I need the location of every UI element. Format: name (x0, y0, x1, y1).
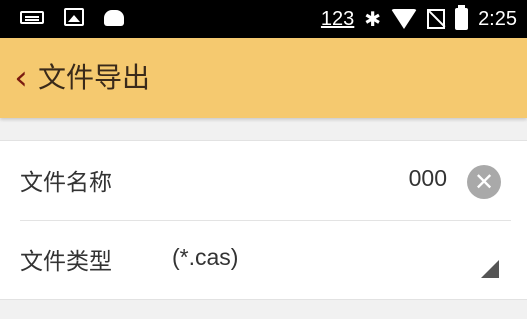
status-right-icons: 123 ✱ 2:25 (321, 0, 517, 38)
back-button[interactable]: ‹ (8, 60, 34, 96)
status-left-icons (20, 8, 124, 26)
file-type-label: 文件类型 (20, 249, 112, 275)
wifi-icon (391, 9, 418, 29)
status-time: 2:25 (478, 7, 517, 30)
no-signal-icon (427, 9, 446, 29)
dropdown-arrow-icon[interactable] (481, 260, 499, 278)
page-title: 文件导出 (38, 61, 151, 94)
app-bar: ‹ 文件导出 (0, 38, 527, 118)
export-form: 文件名称 000 ✕ 文件类型 (*.cas) (0, 140, 527, 300)
file-type-row[interactable]: 文件类型 (*.cas) (0, 220, 527, 299)
status-bar: 123 ✱ 2:25 (0, 0, 527, 38)
file-name-input[interactable]: 000 (409, 165, 447, 192)
image-icon (64, 8, 84, 26)
clear-button[interactable]: ✕ (467, 165, 501, 199)
bluetooth-icon: ✱ (364, 7, 382, 31)
input-mode-badge: 123 (320, 7, 355, 30)
chevron-left-icon: ‹ (14, 58, 28, 98)
file-name-label: 文件名称 (20, 170, 112, 196)
file-name-row: 文件名称 000 ✕ (0, 141, 527, 220)
keyboard-icon (20, 10, 44, 24)
android-icon (104, 8, 124, 26)
file-type-select[interactable]: (*.cas) (172, 244, 238, 271)
close-icon: ✕ (473, 168, 495, 196)
battery-icon (455, 5, 469, 30)
